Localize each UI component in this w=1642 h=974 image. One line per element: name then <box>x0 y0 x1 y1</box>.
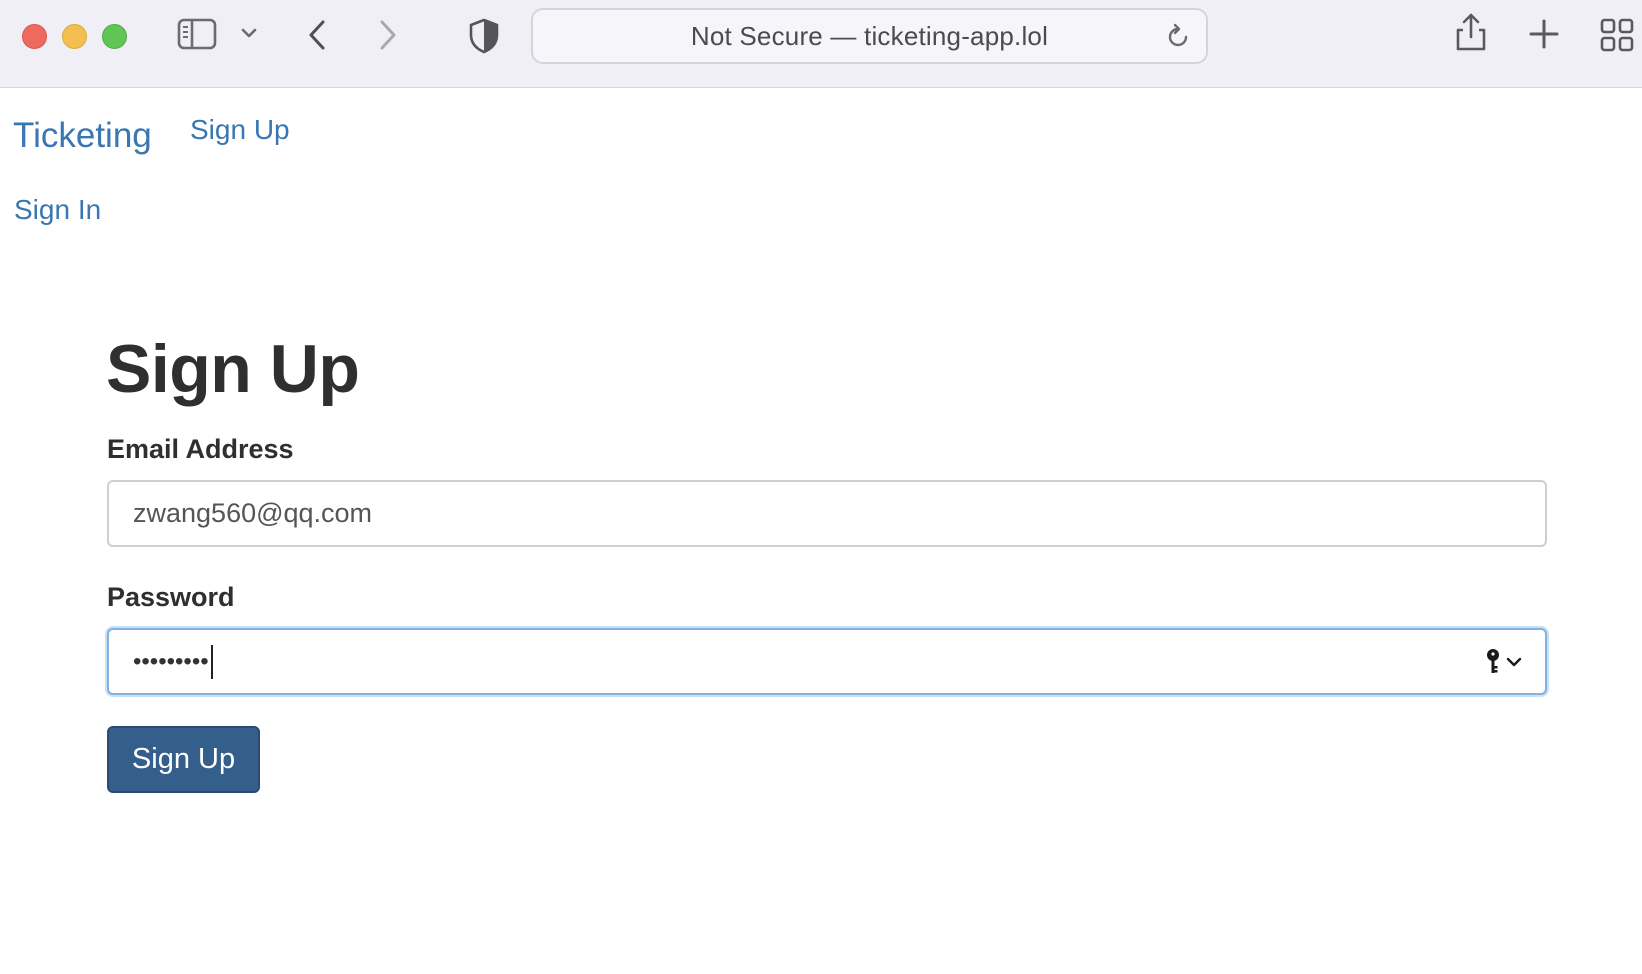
password-autofill-key-icon[interactable] <box>1485 648 1523 676</box>
share-icon[interactable] <box>1454 12 1488 52</box>
shield-icon[interactable] <box>468 18 500 54</box>
plus-icon[interactable] <box>1528 18 1560 50</box>
reload-icon[interactable] <box>1164 23 1192 56</box>
password-label: Password <box>107 582 235 612</box>
address-text: Not Secure — ticketing-app.lol <box>690 20 1049 51</box>
page-title: Sign Up <box>106 331 360 407</box>
password-field[interactable]: ••••••••• <box>107 628 1547 695</box>
address-bar[interactable]: Not Secure — ticketing-app.lol <box>531 8 1208 64</box>
chevron-down-icon[interactable] <box>240 26 258 40</box>
text-cursor <box>210 644 213 679</box>
forward-icon[interactable] <box>376 18 400 52</box>
email-value: zwang560@qq.com <box>133 498 373 528</box>
nav-signup-link[interactable]: Sign Up <box>190 114 290 146</box>
password-value: ••••••••• <box>133 647 209 675</box>
chevron-down-icon <box>1506 657 1522 667</box>
window-close-button[interactable] <box>22 24 47 49</box>
email-label: Email Address <box>107 434 294 464</box>
brand-link[interactable]: Ticketing <box>13 116 152 156</box>
nav-signin-link[interactable]: Sign In <box>14 194 101 226</box>
browser-toolbar: Not Secure — ticketing-app.lol <box>0 0 1642 88</box>
tab-overview-icon[interactable] <box>1600 18 1634 52</box>
signup-submit-button[interactable]: Sign Up <box>107 726 260 793</box>
back-icon[interactable] <box>305 18 329 52</box>
window-minimize-button[interactable] <box>62 24 87 49</box>
email-field[interactable]: zwang560@qq.com <box>107 480 1547 547</box>
sidebar-icon[interactable] <box>177 17 217 51</box>
window-maximize-button[interactable] <box>102 24 127 49</box>
